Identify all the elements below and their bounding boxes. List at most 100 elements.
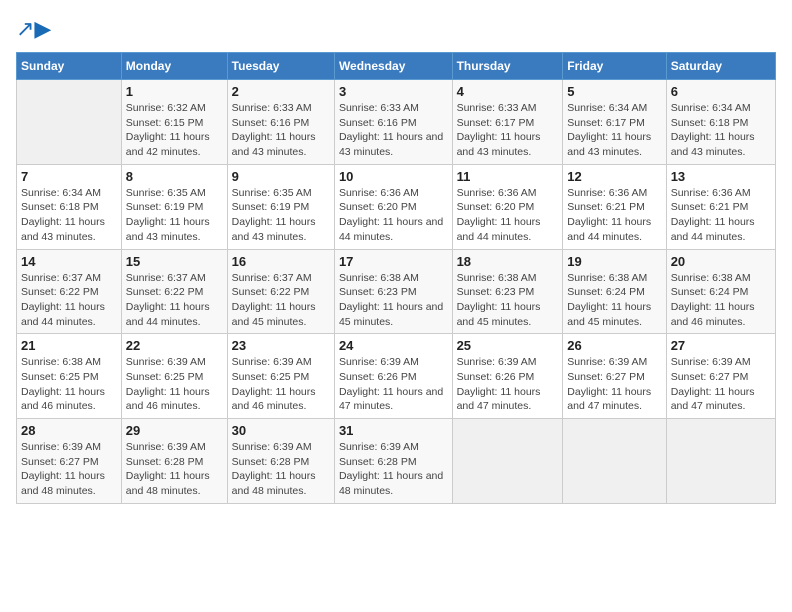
day-header: Wednesday [334,53,452,80]
daylight-text: Daylight: 11 hours and 43 minutes. [21,215,117,244]
sunrise-text: Sunrise: 6:38 AM [457,271,559,286]
day-detail: Sunrise: 6:39 AM Sunset: 6:28 PM Dayligh… [126,440,223,499]
sunrise-text: Sunrise: 6:36 AM [567,186,661,201]
sunrise-text: Sunrise: 6:34 AM [671,101,771,116]
day-detail: Sunrise: 6:34 AM Sunset: 6:17 PM Dayligh… [567,101,661,160]
day-detail: Sunrise: 6:38 AM Sunset: 6:23 PM Dayligh… [339,271,448,330]
day-number: 5 [567,84,661,99]
logo: ↗▶ [16,16,51,42]
sunset-text: Sunset: 6:20 PM [339,200,448,215]
daylight-text: Daylight: 11 hours and 47 minutes. [457,385,559,414]
daylight-text: Daylight: 11 hours and 44 minutes. [21,300,117,329]
day-detail: Sunrise: 6:39 AM Sunset: 6:28 PM Dayligh… [232,440,330,499]
calendar-cell [452,419,563,504]
daylight-text: Daylight: 11 hours and 46 minutes. [126,385,223,414]
day-detail: Sunrise: 6:38 AM Sunset: 6:24 PM Dayligh… [671,271,771,330]
day-detail: Sunrise: 6:39 AM Sunset: 6:25 PM Dayligh… [126,355,223,414]
calendar-cell: 16 Sunrise: 6:37 AM Sunset: 6:22 PM Dayl… [227,249,334,334]
day-detail: Sunrise: 6:38 AM Sunset: 6:23 PM Dayligh… [457,271,559,330]
sunset-text: Sunset: 6:24 PM [671,285,771,300]
day-detail: Sunrise: 6:35 AM Sunset: 6:19 PM Dayligh… [232,186,330,245]
sunrise-text: Sunrise: 6:39 AM [567,355,661,370]
sunrise-text: Sunrise: 6:37 AM [232,271,330,286]
daylight-text: Daylight: 11 hours and 47 minutes. [339,385,448,414]
sunset-text: Sunset: 6:22 PM [126,285,223,300]
calendar-cell: 14 Sunrise: 6:37 AM Sunset: 6:22 PM Dayl… [17,249,122,334]
daylight-text: Daylight: 11 hours and 45 minutes. [457,300,559,329]
calendar-cell: 9 Sunrise: 6:35 AM Sunset: 6:19 PM Dayli… [227,164,334,249]
sunset-text: Sunset: 6:27 PM [567,370,661,385]
day-detail: Sunrise: 6:33 AM Sunset: 6:16 PM Dayligh… [232,101,330,160]
day-number: 4 [457,84,559,99]
sunset-text: Sunset: 6:23 PM [339,285,448,300]
day-detail: Sunrise: 6:35 AM Sunset: 6:19 PM Dayligh… [126,186,223,245]
day-number: 31 [339,423,448,438]
calendar-cell: 21 Sunrise: 6:38 AM Sunset: 6:25 PM Dayl… [17,334,122,419]
calendar-cell: 10 Sunrise: 6:36 AM Sunset: 6:20 PM Dayl… [334,164,452,249]
calendar-cell: 31 Sunrise: 6:39 AM Sunset: 6:28 PM Dayl… [334,419,452,504]
sunset-text: Sunset: 6:16 PM [232,116,330,131]
sunrise-text: Sunrise: 6:35 AM [126,186,223,201]
day-number: 13 [671,169,771,184]
day-number: 8 [126,169,223,184]
daylight-text: Daylight: 11 hours and 43 minutes. [232,215,330,244]
day-detail: Sunrise: 6:36 AM Sunset: 6:21 PM Dayligh… [671,186,771,245]
calendar-cell: 8 Sunrise: 6:35 AM Sunset: 6:19 PM Dayli… [121,164,227,249]
calendar-week-row: 7 Sunrise: 6:34 AM Sunset: 6:18 PM Dayli… [17,164,776,249]
calendar-cell: 28 Sunrise: 6:39 AM Sunset: 6:27 PM Dayl… [17,419,122,504]
sunset-text: Sunset: 6:22 PM [21,285,117,300]
day-number: 22 [126,338,223,353]
calendar-cell: 11 Sunrise: 6:36 AM Sunset: 6:20 PM Dayl… [452,164,563,249]
sunrise-text: Sunrise: 6:39 AM [339,355,448,370]
sunset-text: Sunset: 6:27 PM [21,455,117,470]
day-number: 19 [567,254,661,269]
day-detail: Sunrise: 6:32 AM Sunset: 6:15 PM Dayligh… [126,101,223,160]
calendar-cell: 23 Sunrise: 6:39 AM Sunset: 6:25 PM Dayl… [227,334,334,419]
daylight-text: Daylight: 11 hours and 45 minutes. [232,300,330,329]
sunset-text: Sunset: 6:19 PM [232,200,330,215]
calendar-cell: 27 Sunrise: 6:39 AM Sunset: 6:27 PM Dayl… [666,334,775,419]
day-detail: Sunrise: 6:34 AM Sunset: 6:18 PM Dayligh… [671,101,771,160]
daylight-text: Daylight: 11 hours and 42 minutes. [126,130,223,159]
day-number: 20 [671,254,771,269]
day-header: Tuesday [227,53,334,80]
calendar-cell: 25 Sunrise: 6:39 AM Sunset: 6:26 PM Dayl… [452,334,563,419]
day-detail: Sunrise: 6:33 AM Sunset: 6:17 PM Dayligh… [457,101,559,160]
day-number: 7 [21,169,117,184]
day-number: 29 [126,423,223,438]
sunset-text: Sunset: 6:21 PM [567,200,661,215]
day-detail: Sunrise: 6:39 AM Sunset: 6:25 PM Dayligh… [232,355,330,414]
sunrise-text: Sunrise: 6:38 AM [21,355,117,370]
day-number: 30 [232,423,330,438]
calendar-week-row: 28 Sunrise: 6:39 AM Sunset: 6:27 PM Dayl… [17,419,776,504]
sunrise-text: Sunrise: 6:39 AM [126,440,223,455]
calendar-cell: 19 Sunrise: 6:38 AM Sunset: 6:24 PM Dayl… [563,249,666,334]
calendar-cell [17,80,122,165]
daylight-text: Daylight: 11 hours and 46 minutes. [671,300,771,329]
calendar-cell: 17 Sunrise: 6:38 AM Sunset: 6:23 PM Dayl… [334,249,452,334]
sunrise-text: Sunrise: 6:37 AM [21,271,117,286]
calendar-cell: 2 Sunrise: 6:33 AM Sunset: 6:16 PM Dayli… [227,80,334,165]
sunset-text: Sunset: 6:18 PM [21,200,117,215]
sunrise-text: Sunrise: 6:36 AM [457,186,559,201]
day-number: 6 [671,84,771,99]
calendar-cell: 26 Sunrise: 6:39 AM Sunset: 6:27 PM Dayl… [563,334,666,419]
daylight-text: Daylight: 11 hours and 43 minutes. [671,130,771,159]
sunset-text: Sunset: 6:25 PM [21,370,117,385]
daylight-text: Daylight: 11 hours and 43 minutes. [457,130,559,159]
header-row: SundayMondayTuesdayWednesdayThursdayFrid… [17,53,776,80]
calendar-cell: 1 Sunrise: 6:32 AM Sunset: 6:15 PM Dayli… [121,80,227,165]
day-header: Sunday [17,53,122,80]
day-detail: Sunrise: 6:39 AM Sunset: 6:27 PM Dayligh… [567,355,661,414]
calendar-cell: 24 Sunrise: 6:39 AM Sunset: 6:26 PM Dayl… [334,334,452,419]
sunrise-text: Sunrise: 6:33 AM [457,101,559,116]
day-detail: Sunrise: 6:33 AM Sunset: 6:16 PM Dayligh… [339,101,448,160]
day-detail: Sunrise: 6:37 AM Sunset: 6:22 PM Dayligh… [126,271,223,330]
sunset-text: Sunset: 6:25 PM [232,370,330,385]
sunset-text: Sunset: 6:18 PM [671,116,771,131]
calendar-cell: 29 Sunrise: 6:39 AM Sunset: 6:28 PM Dayl… [121,419,227,504]
sunrise-text: Sunrise: 6:39 AM [232,440,330,455]
sunrise-text: Sunrise: 6:32 AM [126,101,223,116]
day-number: 3 [339,84,448,99]
sunset-text: Sunset: 6:28 PM [126,455,223,470]
